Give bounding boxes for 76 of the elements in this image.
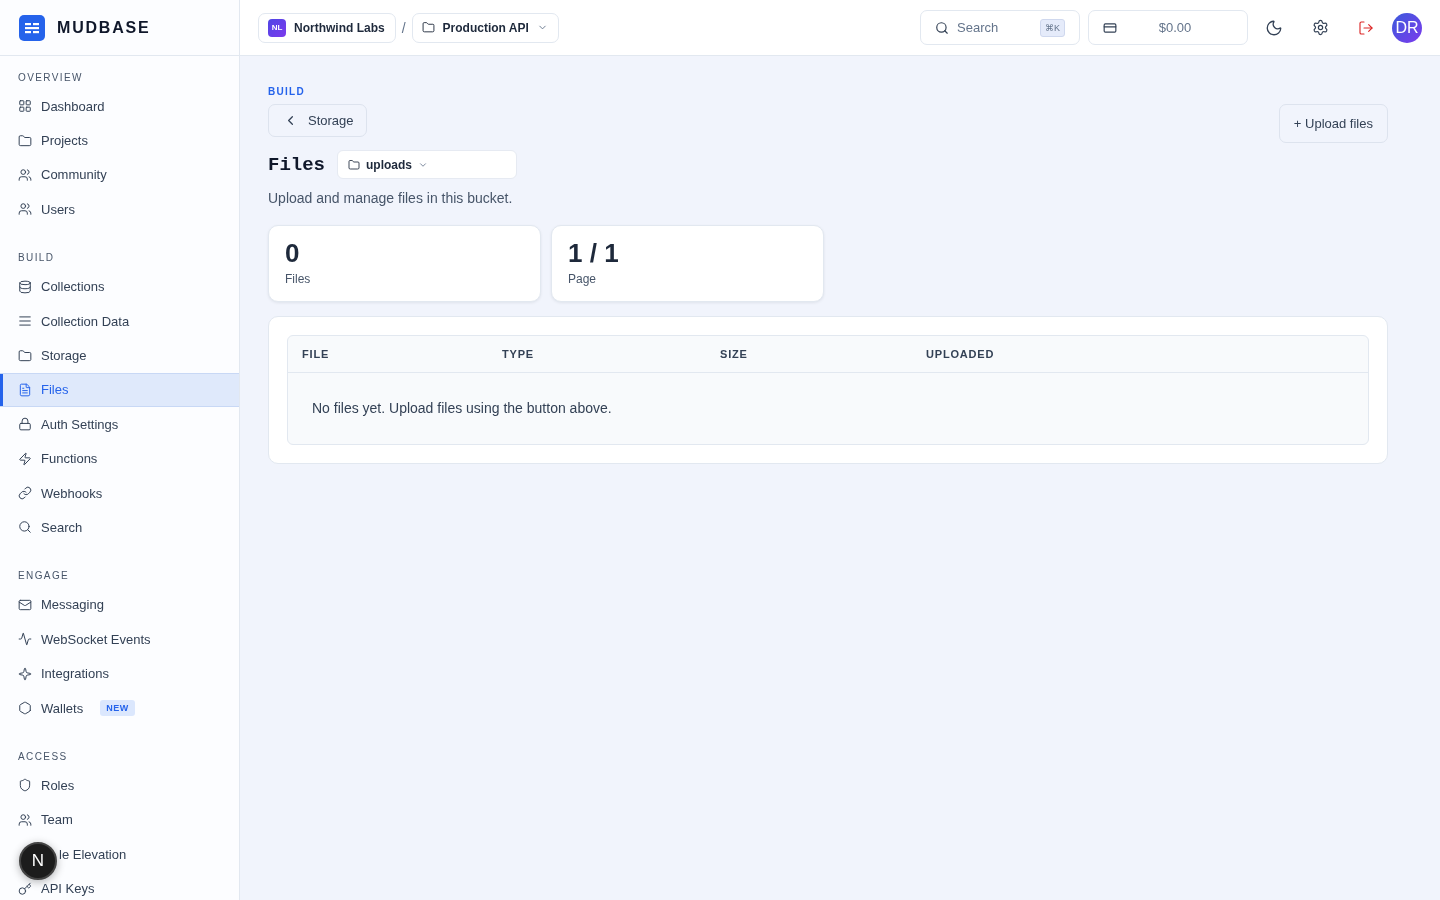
logout-icon bbox=[1358, 19, 1374, 36]
project-switcher[interactable]: Production API bbox=[411, 12, 559, 43]
sidebar-item[interactable]: Users bbox=[0, 192, 239, 227]
section-title: ACCESS bbox=[17, 749, 69, 764]
balance-button[interactable]: $0.00 bbox=[1088, 10, 1248, 45]
floating-button[interactable]: N bbox=[19, 842, 57, 880]
sidebar-item[interactable]: Community bbox=[0, 157, 239, 193]
key-icon bbox=[18, 881, 32, 896]
sidebar-item[interactable]: Files bbox=[0, 372, 239, 408]
page-description: Upload and manage files in this bucket. bbox=[268, 190, 514, 206]
stat-label: Page bbox=[568, 272, 598, 286]
sidebar-item[interactable]: WebSocket Events bbox=[0, 622, 239, 657]
section-label: BUILD bbox=[268, 86, 307, 97]
shortcut-hint: ⌘K bbox=[1040, 18, 1065, 37]
sidebar-item[interactable]: Functions bbox=[0, 441, 239, 476]
database-icon bbox=[18, 279, 32, 294]
sidebar-item[interactable]: Integrations bbox=[0, 656, 239, 691]
sidebar-item[interactable]: Wallets NEW bbox=[0, 690, 239, 726]
back-button[interactable]: Storage bbox=[268, 104, 367, 137]
column-header: TYPE bbox=[502, 348, 535, 360]
lightning-icon bbox=[18, 451, 32, 466]
upload-button[interactable]: + Upload files bbox=[1278, 104, 1388, 143]
section-title: OVERVIEW bbox=[17, 70, 84, 85]
sidebar-item[interactable]: Messaging bbox=[0, 587, 239, 623]
grid-icon bbox=[18, 99, 32, 114]
users-icon bbox=[18, 812, 32, 827]
settings-icon bbox=[1311, 19, 1329, 36]
shield-icon bbox=[18, 778, 32, 793]
section-title: ENGAGE bbox=[17, 569, 71, 584]
section-title: BUILD bbox=[17, 251, 56, 266]
column-header: UPLOADED bbox=[926, 348, 996, 360]
org-switcher[interactable]: NL Northwind Labs bbox=[258, 12, 396, 43]
breadcrumb-separator: / bbox=[401, 19, 406, 36]
sidebar-item[interactable]: Search bbox=[0, 510, 239, 545]
sidebar-item[interactable]: Webhooks bbox=[0, 475, 239, 511]
folder-icon bbox=[348, 158, 360, 171]
column-header: SIZE bbox=[720, 348, 749, 360]
sidebar-item[interactable]: Auth Settings bbox=[0, 407, 239, 442]
column-header: FILE bbox=[302, 348, 331, 360]
mail-icon bbox=[18, 597, 32, 612]
link-icon bbox=[18, 486, 32, 501]
sidebar-item[interactable]: Roles bbox=[0, 768, 239, 803]
sidebar-item[interactable]: Collection Data bbox=[0, 303, 239, 339]
lock-icon bbox=[18, 417, 32, 432]
folder-icon bbox=[18, 133, 32, 148]
page-title: Files bbox=[268, 153, 325, 176]
users-icon bbox=[18, 167, 32, 182]
brand-name: MUDBASE bbox=[57, 18, 151, 37]
folder-icon bbox=[18, 348, 32, 363]
sidebar-item[interactable]: Collections bbox=[0, 269, 239, 304]
org-avatar: NL bbox=[268, 18, 286, 37]
search-icon bbox=[935, 20, 949, 35]
search-field[interactable]: Search ⌘K bbox=[920, 10, 1080, 45]
stat-value: 0 bbox=[285, 238, 301, 269]
hexagon-icon bbox=[18, 701, 32, 716]
sidebar-item[interactable]: Team bbox=[0, 802, 239, 838]
empty-message: No files yet. Upload files using the button above. bbox=[311, 399, 613, 418]
search-icon bbox=[18, 520, 32, 535]
sparkle-icon bbox=[18, 666, 32, 681]
users-icon bbox=[18, 202, 32, 217]
folder-icon bbox=[421, 21, 435, 34]
logo-icon bbox=[19, 14, 45, 41]
sidebar-item[interactable]: le Elevation bbox=[59, 837, 239, 872]
sidebar-item[interactable]: Projects bbox=[0, 123, 239, 158]
lines-icon bbox=[18, 314, 32, 329]
sidebar-item[interactable]: Storage bbox=[0, 338, 239, 373]
file-icon bbox=[18, 382, 32, 397]
stat-value: 1 / 1 bbox=[568, 238, 620, 269]
card-icon bbox=[1103, 20, 1117, 35]
bucket-select[interactable]: uploads bbox=[337, 150, 517, 179]
stat-label: Files bbox=[285, 272, 312, 286]
sidebar-item[interactable]: Dashboard bbox=[0, 89, 239, 124]
user-avatar[interactable]: DR bbox=[1392, 12, 1422, 43]
moon-icon bbox=[1265, 18, 1283, 37]
new-badge: NEW bbox=[100, 700, 135, 717]
pulse-icon bbox=[18, 632, 32, 647]
